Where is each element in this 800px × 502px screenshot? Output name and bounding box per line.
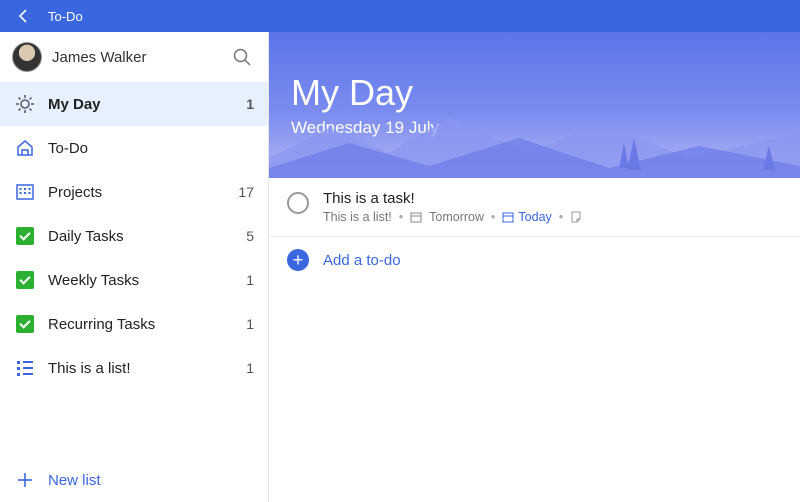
- user-name: James Walker: [52, 49, 228, 66]
- sidebar-item-count: 5: [246, 228, 254, 244]
- sidebar-item-count: 17: [238, 184, 254, 200]
- new-list-button[interactable]: New list: [0, 458, 268, 502]
- sidebar-item-label: Recurring Tasks: [48, 316, 246, 333]
- sidebar-item-count: 1: [246, 96, 254, 112]
- list-icon: [14, 361, 36, 376]
- avatar: [12, 42, 42, 72]
- list-nav: My Day 1 To-Do Projects 17 Daily Tasks: [0, 82, 268, 458]
- back-button[interactable]: [8, 8, 40, 24]
- sidebar-item-weekly[interactable]: Weekly Tasks 1: [0, 258, 268, 302]
- sidebar-item-label: Weekly Tasks: [48, 272, 246, 289]
- calendar-icon: [14, 183, 36, 201]
- sidebar-item-count: 1: [246, 316, 254, 332]
- sidebar-item-custom[interactable]: This is a list! 1: [0, 346, 268, 390]
- sidebar-item-my-day[interactable]: My Day 1: [0, 82, 268, 126]
- titlebar: To-Do: [0, 0, 800, 32]
- sidebar-item-daily[interactable]: Daily Tasks 5: [0, 214, 268, 258]
- task-row[interactable]: This is a task! This is a list! • Tomorr…: [269, 178, 800, 237]
- task-list-name: This is a list!: [323, 210, 392, 224]
- task-reminder: Today: [518, 210, 551, 224]
- search-icon: [232, 47, 252, 67]
- plus-circle-icon: +: [287, 249, 309, 271]
- main-pane: My Day Wednesday 19 July This is a task!…: [269, 32, 800, 502]
- sidebar-item-label: This is a list!: [48, 360, 246, 377]
- check-icon: [14, 271, 36, 289]
- home-icon: [14, 138, 36, 158]
- add-todo-button[interactable]: + Add a to-do: [269, 237, 800, 283]
- check-icon: [14, 227, 36, 245]
- sidebar-item-label: Daily Tasks: [48, 228, 246, 245]
- arrow-left-icon: [16, 8, 32, 24]
- search-button[interactable]: [228, 43, 256, 71]
- sidebar-item-label: Projects: [48, 184, 238, 201]
- sidebar-item-todo[interactable]: To-Do: [0, 126, 268, 170]
- hero: My Day Wednesday 19 July: [269, 32, 800, 178]
- add-todo-label: Add a to-do: [323, 252, 401, 269]
- task-title: This is a task!: [323, 190, 582, 207]
- due-icon: [410, 211, 422, 223]
- plus-icon: [14, 472, 36, 488]
- reminder-icon: [502, 211, 514, 223]
- note-icon: [570, 211, 582, 223]
- task-complete-toggle[interactable]: [287, 192, 309, 214]
- task-due: Tomorrow: [429, 210, 484, 224]
- sidebar-item-count: 1: [246, 360, 254, 376]
- sidebar: James Walker My Day 1 To-Do: [0, 32, 269, 502]
- app-title: To-Do: [48, 9, 83, 24]
- sun-icon: [14, 94, 36, 114]
- sidebar-item-label: To-Do: [48, 140, 254, 157]
- landscape-art: [269, 98, 800, 178]
- sidebar-item-count: 1: [246, 272, 254, 288]
- new-list-label: New list: [48, 472, 101, 489]
- sidebar-item-label: My Day: [48, 96, 246, 113]
- sidebar-item-recurring[interactable]: Recurring Tasks 1: [0, 302, 268, 346]
- profile-row[interactable]: James Walker: [0, 32, 268, 82]
- sidebar-item-projects[interactable]: Projects 17: [0, 170, 268, 214]
- task-meta: This is a list! • Tomorrow • Today •: [323, 210, 582, 224]
- check-icon: [14, 315, 36, 333]
